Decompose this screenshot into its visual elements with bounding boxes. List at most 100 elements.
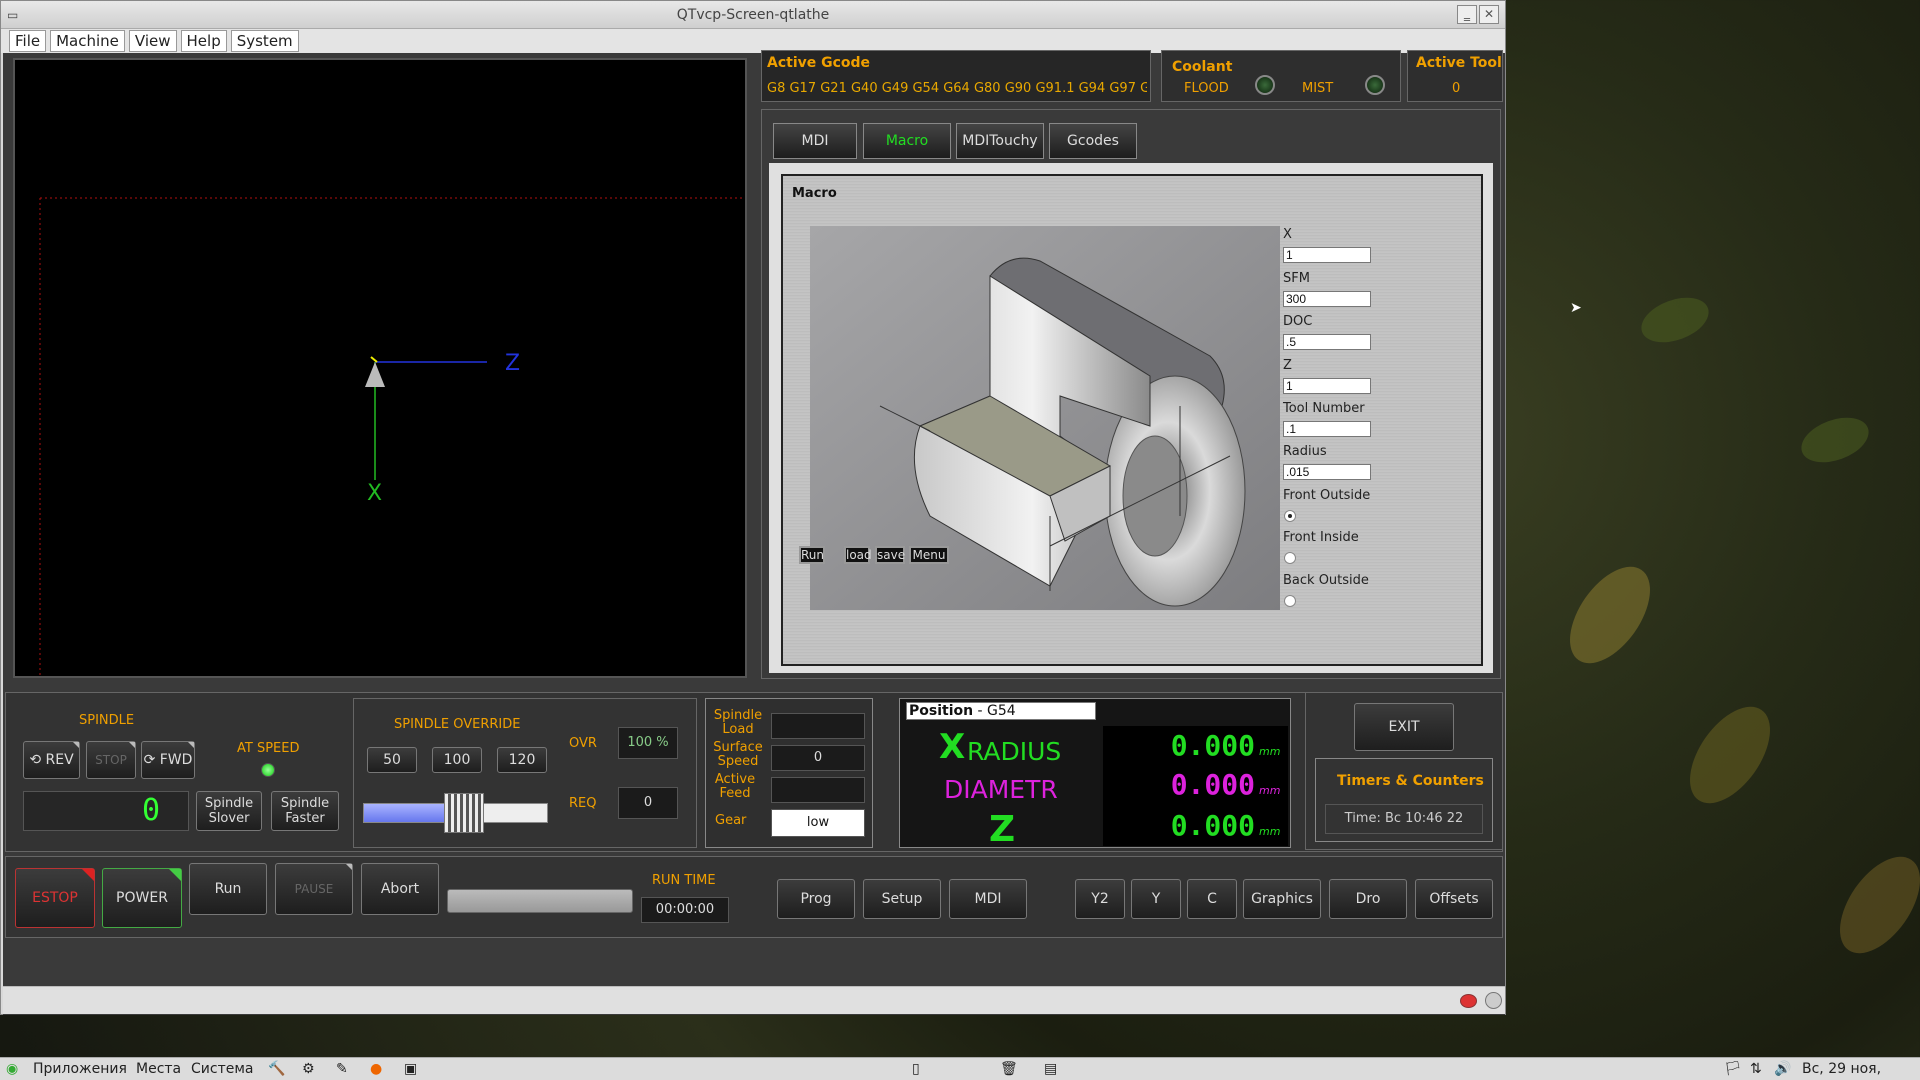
dro-x-value[interactable]: 0.000 — [1151, 729, 1255, 762]
distro-logo-icon[interactable]: ◉ — [6, 1058, 18, 1080]
workspace-icon[interactable]: ▤ — [1044, 1058, 1057, 1080]
trash-icon[interactable]: 🗑 — [1000, 1058, 1018, 1080]
window-menu-icon[interactable]: ▭ — [7, 1, 18, 29]
settings-indicator-icon[interactable] — [1485, 992, 1502, 1009]
tab-macro[interactable]: Macro — [863, 123, 951, 159]
field-radius-input[interactable] — [1283, 464, 1371, 480]
background-leaf — [1823, 842, 1920, 968]
flood-led[interactable] — [1255, 75, 1275, 95]
mode-mdi-button[interactable]: MDI — [949, 879, 1027, 919]
macro-panel: Macro Run load save Menu — [781, 174, 1483, 666]
tab-mdi[interactable]: MDI — [773, 123, 857, 159]
surface-speed-value: 0 — [771, 745, 865, 771]
field-z-input[interactable] — [1283, 378, 1371, 394]
app-launcher-icon[interactable]: ⚙ — [302, 1058, 315, 1080]
option-front-outside-label: Front Outside — [1283, 488, 1371, 503]
option-front-inside-radio[interactable] — [1284, 552, 1296, 564]
override-slider-handle[interactable] — [443, 793, 484, 833]
spindle-fwd-label: FWD — [159, 752, 193, 768]
dro-z-value[interactable]: 0.000 — [1151, 809, 1255, 842]
browser-icon[interactable]: ● — [370, 1058, 382, 1080]
view-y2-button[interactable]: Y2 — [1075, 879, 1125, 919]
field-sfm-input[interactable] — [1283, 291, 1371, 307]
tool-launcher-icon[interactable]: 🔨 — [268, 1058, 285, 1080]
run-button[interactable]: Run — [189, 863, 267, 915]
background-leaf — [1553, 552, 1667, 678]
x-axis-label: X — [367, 481, 382, 506]
macro-save-button[interactable]: save — [875, 546, 905, 564]
taskbar-system[interactable]: Система — [191, 1058, 253, 1080]
dro-diameter-value[interactable]: 0.000 — [1151, 768, 1255, 801]
menu-system[interactable]: System — [230, 30, 299, 52]
text-editor-icon[interactable]: ✎ — [336, 1058, 348, 1080]
gear-value: low — [771, 809, 865, 837]
active-tool-value: 0 — [1452, 81, 1461, 96]
abort-button[interactable]: Abort — [361, 863, 439, 915]
volume-icon[interactable]: 🔊 — [1774, 1058, 1791, 1080]
field-doc-input[interactable] — [1283, 334, 1371, 350]
override-100-button[interactable]: 100 — [432, 747, 482, 773]
option-back-outside-radio[interactable] — [1284, 595, 1296, 607]
field-tool-number-label: Tool Number — [1283, 401, 1365, 416]
power-button[interactable]: POWER — [102, 868, 182, 928]
override-120-button[interactable]: 120 — [497, 747, 547, 773]
field-x-input[interactable] — [1283, 247, 1371, 263]
position-header: Position - G54 — [906, 702, 1096, 720]
estop-button[interactable]: ESTOP — [15, 868, 95, 928]
menu-machine[interactable]: Machine — [50, 30, 125, 52]
macro-load-button[interactable]: load — [844, 546, 872, 564]
tab-mditouchy[interactable]: MDITouchy — [956, 123, 1044, 159]
axis-z-letter: Z — [989, 809, 1016, 850]
error-indicator-icon[interactable] — [1460, 994, 1477, 1008]
macro-menu-button[interactable]: Menu — [909, 546, 949, 564]
window-list-icon[interactable]: ▯ — [912, 1058, 920, 1080]
position-title: Position — [909, 703, 974, 719]
rotate-cw-icon: ⟳ — [143, 752, 160, 768]
pause-button[interactable]: PAUSE — [275, 863, 353, 915]
spindle-stop-button[interactable]: STOP — [86, 741, 136, 779]
keyboard-layout-flag-icon[interactable]: 🏳 — [1724, 1058, 1742, 1080]
field-doc-label: DOC — [1283, 314, 1313, 329]
option-front-outside-radio[interactable] — [1284, 510, 1296, 522]
field-tool-number-input[interactable] — [1283, 421, 1371, 437]
mode-prog-button[interactable]: Prog — [777, 879, 855, 919]
z-axis-label: Z — [505, 351, 520, 376]
title-bar[interactable]: QTvcp-Screen-qtlathe ▭ ‗ ✕ — [1, 1, 1505, 29]
spindle-load-value — [771, 713, 865, 739]
close-button[interactable]: ✕ — [1479, 5, 1499, 24]
tool-cone-icon — [365, 362, 385, 387]
rotate-ccw-icon: ⟲ — [29, 752, 46, 768]
spindle-slower-button[interactable]: Spindle Slover — [196, 791, 262, 831]
spindle-rev-button[interactable]: ⟲ REV — [23, 741, 80, 779]
field-x-label: X — [1283, 227, 1292, 242]
mist-led[interactable] — [1365, 75, 1385, 95]
tab-gcodes[interactable]: Gcodes — [1049, 123, 1137, 159]
menu-view[interactable]: View — [128, 30, 177, 52]
taskbar-clock[interactable]: Вс, 29 ноя, 10:46 — [1802, 1058, 1920, 1080]
view-graphics-button[interactable]: Graphics — [1243, 879, 1321, 919]
dro-x-unit: mm — [1259, 745, 1281, 758]
minimize-button[interactable]: ‗ — [1457, 5, 1477, 24]
background-leaf — [1795, 409, 1875, 471]
menu-help[interactable]: Help — [180, 30, 227, 52]
mode-setup-button[interactable]: Setup — [863, 879, 941, 919]
spindle-rpm-display: 0 — [23, 791, 189, 831]
menu-file[interactable]: File — [9, 30, 47, 52]
program-progress-bar — [447, 889, 633, 913]
view-c-button[interactable]: C — [1187, 879, 1237, 919]
view-offsets-button[interactable]: Offsets — [1415, 879, 1493, 919]
taskbar-applications[interactable]: Приложения — [33, 1058, 127, 1080]
exit-button[interactable]: EXIT — [1354, 703, 1454, 751]
view-y-button[interactable]: Y — [1131, 879, 1181, 919]
terminal-icon[interactable]: ▣ — [404, 1058, 417, 1080]
network-icon[interactable]: ⇅ — [1750, 1058, 1762, 1080]
flood-label: FLOOD — [1184, 81, 1229, 96]
window-title: QTvcp-Screen-qtlathe — [676, 7, 830, 23]
view-dro-button[interactable]: Dro — [1329, 879, 1407, 919]
spindle-fwd-button[interactable]: ⟳ FWD — [141, 741, 195, 779]
override-50-button[interactable]: 50 — [367, 747, 417, 773]
graphics-view[interactable]: Z X — [13, 58, 747, 678]
macro-run-button[interactable]: Run — [799, 546, 825, 564]
spindle-faster-button[interactable]: Spindle Faster — [271, 791, 339, 831]
taskbar-places[interactable]: Места — [136, 1058, 181, 1080]
